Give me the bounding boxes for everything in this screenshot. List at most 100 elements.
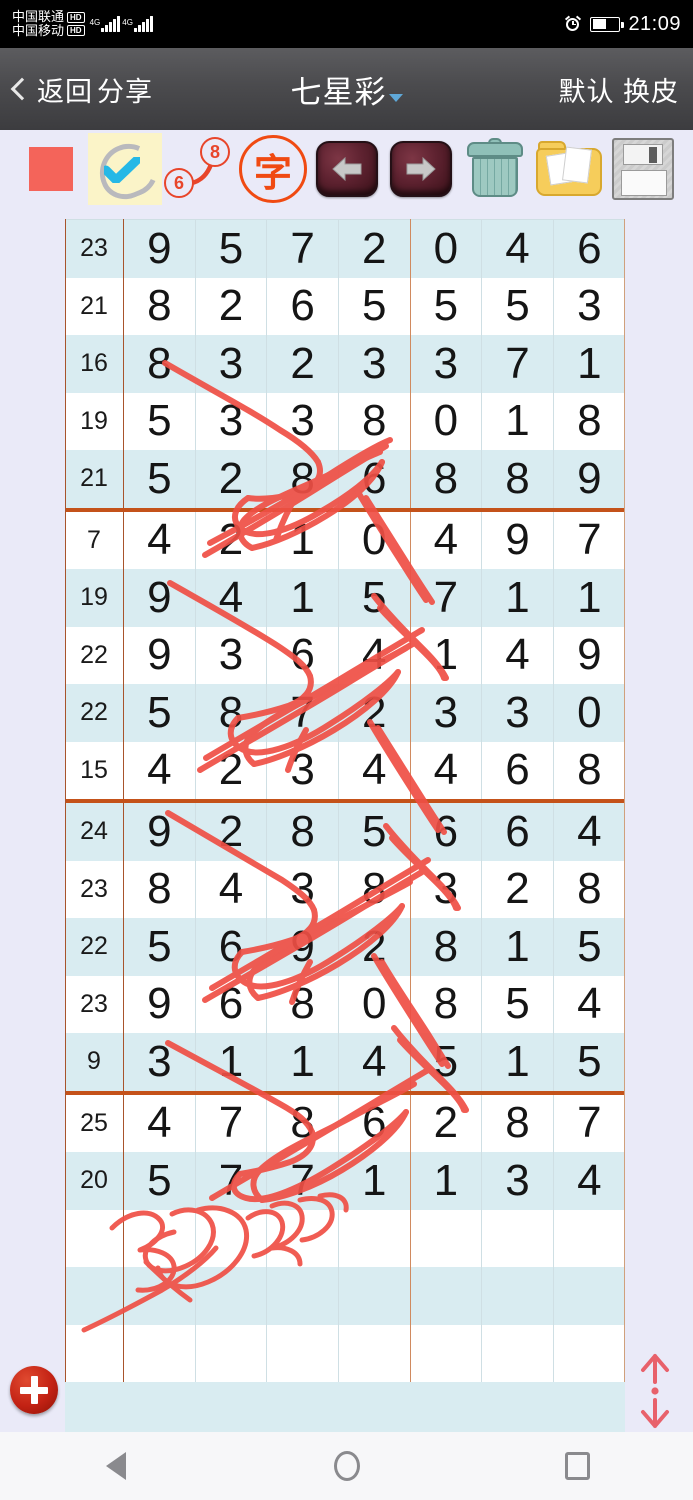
- digit-cell[interactable]: 2: [195, 277, 268, 335]
- digit-cell[interactable]: [338, 1267, 411, 1325]
- digit-cell[interactable]: 4: [195, 569, 268, 627]
- digit-cell[interactable]: [123, 1209, 196, 1267]
- digit-cell[interactable]: 6: [266, 277, 339, 335]
- digit-cell[interactable]: 5: [123, 392, 196, 450]
- digit-cell[interactable]: 3: [195, 392, 268, 450]
- digit-cell[interactable]: 9: [553, 450, 625, 512]
- digit-cell[interactable]: 4: [553, 801, 625, 861]
- recents-nav-button[interactable]: [548, 1444, 608, 1488]
- digit-cell[interactable]: [266, 1324, 339, 1382]
- digit-cell[interactable]: 3: [553, 277, 625, 335]
- digit-cell[interactable]: 7: [410, 569, 483, 627]
- row-sum-cell[interactable]: 19: [65, 569, 124, 627]
- digit-cell[interactable]: 9: [553, 626, 625, 684]
- digit-cell[interactable]: 6: [195, 918, 268, 976]
- digit-cell[interactable]: 4: [123, 1092, 196, 1152]
- table-row[interactable]: 22 5 6 9 2 8 1 5: [65, 918, 625, 976]
- digit-cell[interactable]: 1: [481, 569, 554, 627]
- stroke-width-max[interactable]: 8: [200, 137, 230, 167]
- digit-cell[interactable]: 8: [410, 450, 483, 512]
- digit-cell[interactable]: 1: [338, 1152, 411, 1210]
- digit-cell[interactable]: 4: [481, 626, 554, 684]
- digit-cell[interactable]: 9: [123, 626, 196, 684]
- digit-cell[interactable]: 7: [553, 509, 625, 569]
- digit-cell[interactable]: 9: [123, 219, 196, 278]
- digit-cell[interactable]: 8: [123, 335, 196, 393]
- digit-cell[interactable]: 7: [266, 1152, 339, 1210]
- table-row[interactable]: 23 8 4 3 8 3 2 8: [65, 860, 625, 918]
- digit-cell[interactable]: 8: [338, 392, 411, 450]
- digit-cell[interactable]: 2: [195, 741, 268, 803]
- digit-cell[interactable]: 6: [553, 219, 625, 278]
- table-row[interactable]: 22 9 3 6 4 1 4 9: [65, 626, 625, 684]
- row-sum-cell[interactable]: [65, 1324, 124, 1382]
- row-sum-cell[interactable]: 19: [65, 392, 124, 450]
- text-stamp-tool-button[interactable]: 字: [236, 133, 310, 205]
- digit-cell[interactable]: [123, 1324, 196, 1382]
- digit-cell[interactable]: 5: [338, 801, 411, 861]
- back-nav-button[interactable]: [86, 1444, 146, 1488]
- scroll-up-down-control[interactable]: [635, 1352, 675, 1430]
- color-swatch-button[interactable]: [14, 133, 88, 205]
- digit-cell[interactable]: 8: [266, 450, 339, 512]
- row-sum-cell[interactable]: 22: [65, 918, 124, 976]
- digit-cell[interactable]: 5: [553, 918, 625, 976]
- table-row[interactable]: 23 9 6 8 0 8 5 4: [65, 975, 625, 1033]
- digit-cell[interactable]: 3: [481, 684, 554, 742]
- digit-cell[interactable]: 8: [338, 860, 411, 918]
- digit-cell[interactable]: 3: [266, 860, 339, 918]
- digit-cell[interactable]: 5: [481, 975, 554, 1033]
- lottery-number-sheet[interactable]: 23 9 5 7 2 0 4 6 21 8 2 6 5 5 5 3 16 8 3 2 3 3 7 1 19 5 3 3 8 0 1 8 21 5 2…: [65, 219, 625, 1382]
- digit-cell[interactable]: 3: [410, 335, 483, 393]
- table-row[interactable]: [65, 1267, 625, 1325]
- digit-cell[interactable]: 3: [266, 741, 339, 803]
- digit-cell[interactable]: 0: [338, 509, 411, 569]
- digit-cell[interactable]: [481, 1324, 554, 1382]
- digit-cell[interactable]: 2: [410, 1092, 483, 1152]
- row-sum-cell[interactable]: 21: [65, 450, 124, 512]
- digit-cell[interactable]: 8: [553, 741, 625, 803]
- digit-cell[interactable]: 8: [410, 918, 483, 976]
- digit-cell[interactable]: 4: [338, 1033, 411, 1095]
- digit-cell[interactable]: 2: [338, 684, 411, 742]
- row-sum-cell[interactable]: 7: [65, 509, 124, 569]
- scroll-arrows-icon[interactable]: [635, 1352, 675, 1430]
- folder-photos-icon[interactable]: [536, 140, 602, 198]
- row-sum-cell[interactable]: [65, 1209, 124, 1267]
- digit-cell[interactable]: 0: [553, 684, 625, 742]
- digit-cell[interactable]: 8: [266, 1092, 339, 1152]
- digit-cell[interactable]: 3: [195, 335, 268, 393]
- redo-button[interactable]: [384, 133, 458, 205]
- digit-cell[interactable]: 1: [553, 569, 625, 627]
- table-row[interactable]: 93114515: [65, 1033, 625, 1095]
- row-sum-cell[interactable]: 24: [65, 801, 124, 861]
- digit-cell[interactable]: 5: [123, 1152, 196, 1210]
- row-sum-cell[interactable]: 23: [65, 219, 124, 278]
- digit-cell[interactable]: 8: [123, 277, 196, 335]
- digit-cell[interactable]: 6: [481, 801, 554, 861]
- add-row-button[interactable]: [10, 1366, 58, 1414]
- row-sum-cell[interactable]: [65, 1267, 124, 1325]
- pen-icon[interactable]: [90, 135, 166, 207]
- digit-cell[interactable]: 0: [410, 219, 483, 278]
- row-sum-cell[interactable]: 25: [65, 1092, 124, 1152]
- digit-cell[interactable]: 6: [410, 801, 483, 861]
- back-chevron-icon[interactable]: [10, 77, 34, 101]
- digit-cell[interactable]: 2: [266, 335, 339, 393]
- digit-cell[interactable]: 4: [553, 975, 625, 1033]
- digit-cell[interactable]: [195, 1209, 268, 1267]
- digit-cell[interactable]: 3: [410, 860, 483, 918]
- chevron-down-icon[interactable]: [388, 93, 403, 102]
- row-sum-cell[interactable]: 21: [65, 277, 124, 335]
- page-title[interactable]: 七星彩: [291, 67, 387, 112]
- arrow-right-icon[interactable]: [390, 141, 452, 197]
- row-sum-cell[interactable]: 9: [65, 1033, 124, 1095]
- digit-cell[interactable]: 1: [410, 1152, 483, 1210]
- stroke-width-min[interactable]: 6: [164, 168, 194, 198]
- share-button-label[interactable]: 分享: [97, 70, 153, 109]
- arrow-left-icon[interactable]: [316, 141, 378, 197]
- skin-controls[interactable]: 默认 换皮: [558, 70, 679, 109]
- digit-cell[interactable]: [481, 1267, 554, 1325]
- digit-cell[interactable]: 8: [553, 392, 625, 450]
- gallery-button[interactable]: [532, 133, 606, 205]
